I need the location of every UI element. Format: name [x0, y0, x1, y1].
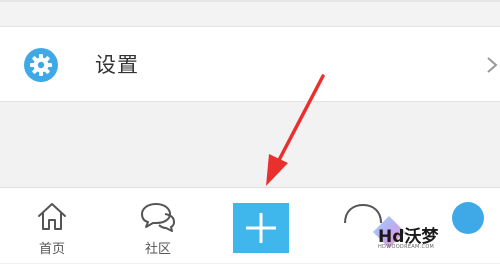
gear-icon: [24, 48, 58, 82]
chevron-right-icon: [487, 57, 498, 73]
watermark-subtext: HDWOODREAM.COM: [378, 244, 435, 250]
watermark-logo: Hd沃梦 HDWOODREAM.COM: [370, 211, 482, 257]
publish-plus-button[interactable]: [233, 203, 289, 253]
chat-bubbles-icon: [141, 203, 175, 232]
settings-row[interactable]: 设置: [0, 26, 500, 102]
top-band: [0, 0, 500, 26]
tab-home-label: 首页: [38, 242, 65, 257]
settings-label: 设置: [95, 53, 139, 77]
plus-icon: [246, 213, 276, 243]
top-divider: [0, 0, 500, 2]
tab-home[interactable]: 首页: [12, 188, 92, 264]
tab-community[interactable]: 社区: [118, 188, 198, 264]
tab-community-label: 社区: [144, 242, 171, 257]
home-icon: [38, 203, 66, 230]
